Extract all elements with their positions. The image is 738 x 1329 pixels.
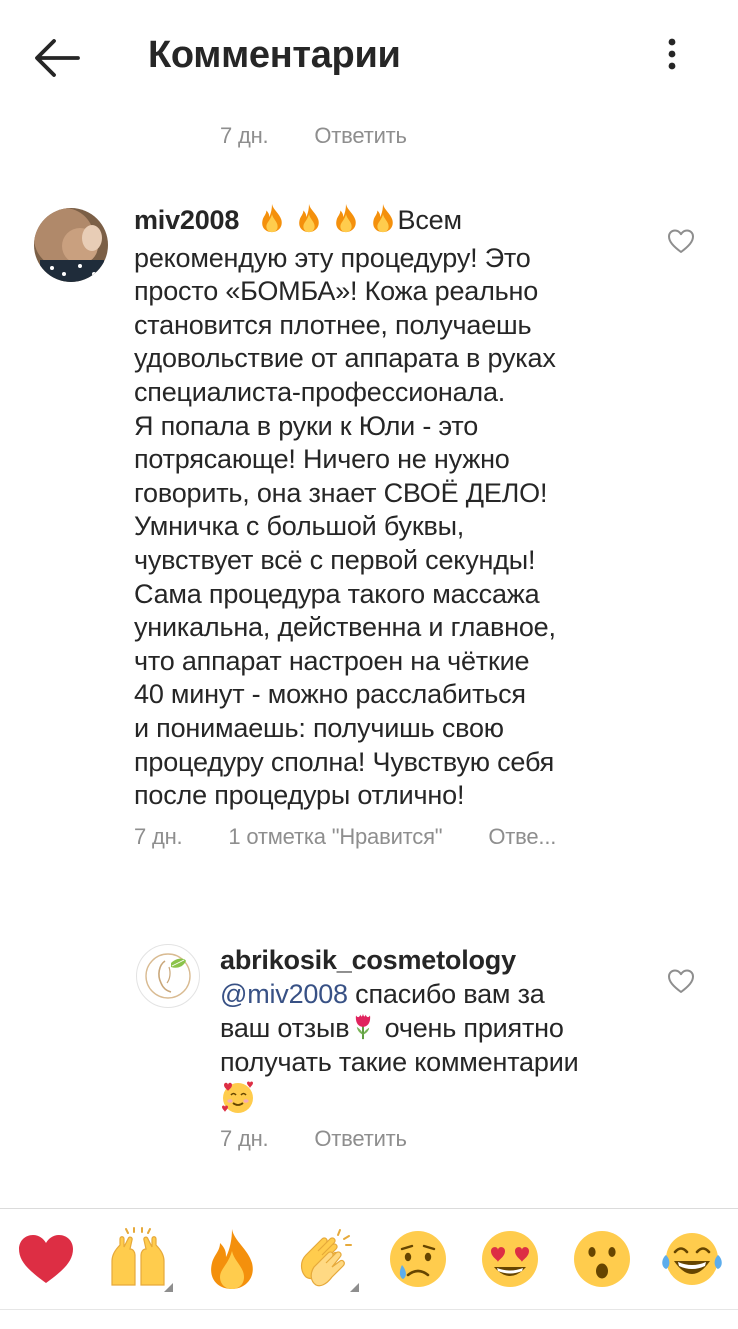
fire-icon (368, 203, 398, 233)
tulip-icon (349, 1011, 377, 1041)
comment-text: 40 минут - можно расслабиться (134, 679, 526, 710)
reply-text: ваш отзыв (220, 1013, 350, 1044)
comment-text: Умничка с большой буквы, (134, 511, 465, 542)
emoji-heart-eyes-button[interactable] (478, 1227, 542, 1291)
reply-line: @miv2008 спасибо вам за (220, 978, 640, 1012)
reply-meta: 7 дн. Ответить (220, 1126, 407, 1152)
comment-text: Сама процедура такого массажа (134, 578, 540, 609)
like-button[interactable] (667, 968, 695, 994)
emoji-heart-button[interactable] (14, 1227, 78, 1291)
reply-button[interactable]: Ответить (314, 1126, 407, 1152)
abrikosik-logo-icon (145, 953, 191, 999)
reply-button[interactable]: Отве... (488, 824, 556, 850)
comment-text: специалиста-профессионала. (134, 376, 506, 407)
likes-count-link[interactable]: 1 отметка "Нравится" (228, 824, 442, 850)
emoji-tears-of-joy-button[interactable] (660, 1227, 724, 1291)
reply-line: ваш отзыв очень приятно (220, 1011, 640, 1046)
heart-outline-icon (668, 969, 694, 993)
emoji-reaction-bar (0, 1208, 738, 1329)
comment-body: miv2008 Всем рекомендую эту процедуру! Э… (134, 203, 654, 813)
reply-body: abrikosik_cosmetology @miv2008 спасибо в… (220, 944, 640, 1118)
comment-time: 7 дн. (220, 1126, 269, 1151)
clapping-hands-icon (300, 1229, 352, 1287)
more-options-button[interactable] (650, 32, 694, 84)
comment-text: после процедуры отлично! (134, 780, 465, 811)
emoji-raising-hands-button[interactable] (106, 1227, 173, 1292)
comment-text: рекомендую эту процедуру! Это (134, 242, 531, 273)
astonished-face-icon (574, 1231, 630, 1287)
previous-comment-meta: 7 дн. Ответить (220, 123, 407, 149)
fire-icon (294, 203, 324, 233)
comment-time: 7 дн. (134, 824, 183, 849)
like-button[interactable] (667, 228, 695, 254)
comment-text: Я попала в руки к Юли - это (134, 410, 479, 441)
heart-outline-icon (668, 229, 694, 253)
raising-hands-icon (111, 1227, 165, 1286)
reply-button[interactable]: Ответить (314, 123, 407, 149)
comment-text: что аппарат настроен на чёткие (134, 645, 530, 676)
back-button[interactable] (28, 30, 88, 86)
comment-text: Всем (397, 205, 462, 235)
skin-tone-indicator (164, 1283, 173, 1292)
tears-of-joy-face-icon (662, 1233, 722, 1285)
mention-link[interactable]: @miv2008 (220, 979, 348, 1009)
comment-text: чувствует всё с первой секунды! (134, 544, 536, 575)
page-title: Комментарии (148, 34, 401, 76)
emoji-fire-button[interactable] (200, 1227, 264, 1291)
comment-text: удовольствие от аппарата в руках (134, 343, 556, 374)
reply-text: спасибо вам за (347, 978, 545, 1009)
reply-text: получать такие комментарии (220, 1046, 579, 1077)
skin-tone-indicator (350, 1283, 359, 1292)
heart-eyes-face-icon (482, 1231, 538, 1287)
comment-text: становится плотнее, получаешь (134, 309, 532, 340)
comment-text: говорить, она знает СВОЁ ДЕЛО! (134, 477, 548, 508)
avatar-abrikosik-cosmetology[interactable] (136, 944, 200, 1008)
emoji-astonished-face-button[interactable] (570, 1227, 634, 1291)
profile-photo-image (34, 208, 108, 282)
comment-text: потрясающе! Ничего не нужно (134, 444, 510, 475)
comment-text: уникальна, действенна и главное, (134, 612, 556, 643)
comment-text: и понимаешь: получишь свою (134, 712, 504, 743)
three-dots-vertical-icon (668, 38, 676, 70)
comment-username[interactable]: miv2008 (134, 205, 239, 235)
fire-icon (200, 1227, 264, 1291)
fire-icon (257, 203, 287, 233)
fire-icon (331, 203, 361, 233)
smiling-face-with-hearts-icon (220, 1079, 256, 1115)
emoji-clapping-hands-button[interactable] (292, 1227, 359, 1292)
comment-text: просто «БОМБА»! Кожа реально (134, 276, 539, 307)
comment-line-1: miv2008 Всем (134, 203, 654, 242)
crying-face-icon (390, 1231, 446, 1287)
fire-emoji-group (257, 203, 398, 242)
reply-username[interactable]: abrikosik_cosmetology (220, 944, 640, 978)
red-heart-icon (19, 1235, 73, 1283)
divider (0, 1309, 738, 1310)
emoji-crying-face-button[interactable] (386, 1227, 450, 1291)
reply-text: очень приятно (377, 1013, 564, 1044)
reply-line (220, 1079, 640, 1118)
comment-meta: 7 дн. 1 отметка "Нравится" Отве... (134, 824, 556, 850)
arrow-left-icon (35, 39, 80, 77)
avatar-miv2008[interactable] (34, 208, 108, 282)
top-bar: Комментарии (0, 0, 738, 112)
comment-time: 7 дн. (220, 123, 269, 148)
comment-text: процедуру сполна! Чувствую себя (134, 746, 555, 777)
